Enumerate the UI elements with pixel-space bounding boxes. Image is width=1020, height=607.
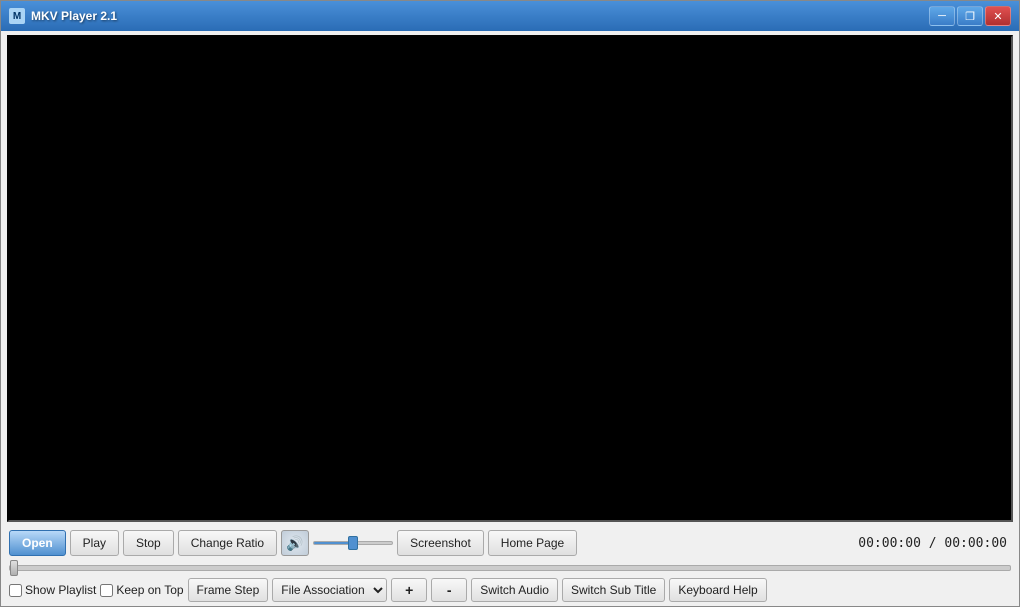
video-display xyxy=(7,35,1013,522)
minus-button[interactable]: - xyxy=(431,578,467,602)
volume-icon: 🔊 xyxy=(286,535,303,552)
app-icon: M xyxy=(9,8,25,24)
minimize-button[interactable]: ─ xyxy=(929,6,955,26)
keep-on-top-checkbox[interactable] xyxy=(100,584,113,597)
window-title: MKV Player 2.1 xyxy=(31,9,929,23)
play-button[interactable]: Play xyxy=(70,530,119,556)
switch-audio-button[interactable]: Switch Audio xyxy=(471,578,558,602)
change-ratio-button[interactable]: Change Ratio xyxy=(178,530,277,556)
seek-bar-container xyxy=(9,560,1011,574)
controls-panel: Open Play Stop Change Ratio 🔊 Screenshot… xyxy=(1,526,1019,606)
screenshot-button[interactable]: Screenshot xyxy=(397,530,484,556)
frame-step-button[interactable]: Frame Step xyxy=(188,578,269,602)
show-playlist-checkbox[interactable] xyxy=(9,584,22,597)
keep-on-top-group: Keep on Top xyxy=(100,583,183,597)
show-playlist-group: Show Playlist xyxy=(9,583,96,597)
home-page-button[interactable]: Home Page xyxy=(488,530,577,556)
file-association-dropdown[interactable]: File Association Associate MKV Associate… xyxy=(272,578,387,602)
keyboard-help-button[interactable]: Keyboard Help xyxy=(669,578,766,602)
controls-row-1: Open Play Stop Change Ratio 🔊 Screenshot… xyxy=(9,530,1011,556)
window-controls: ─ ❐ ✕ xyxy=(929,6,1011,26)
plus-button[interactable]: + xyxy=(391,578,427,602)
seek-bar[interactable] xyxy=(9,565,1011,571)
switch-subtitle-button[interactable]: Switch Sub Title xyxy=(562,578,665,602)
keep-on-top-label[interactable]: Keep on Top xyxy=(116,583,183,597)
volume-slider[interactable] xyxy=(313,541,393,545)
time-display: 00:00:00 / 00:00:00 xyxy=(858,536,1011,551)
show-playlist-label[interactable]: Show Playlist xyxy=(25,583,96,597)
restore-button[interactable]: ❐ xyxy=(957,6,983,26)
open-button[interactable]: Open xyxy=(9,530,66,556)
title-bar: M MKV Player 2.1 ─ ❐ ✕ xyxy=(1,1,1019,31)
close-button[interactable]: ✕ xyxy=(985,6,1011,26)
stop-button[interactable]: Stop xyxy=(123,530,174,556)
mute-button[interactable]: 🔊 xyxy=(281,530,309,556)
controls-row-2: Show Playlist Keep on Top Frame Step Fil… xyxy=(9,578,1011,602)
main-window: M MKV Player 2.1 ─ ❐ ✕ Open Play Stop Ch… xyxy=(0,0,1020,607)
